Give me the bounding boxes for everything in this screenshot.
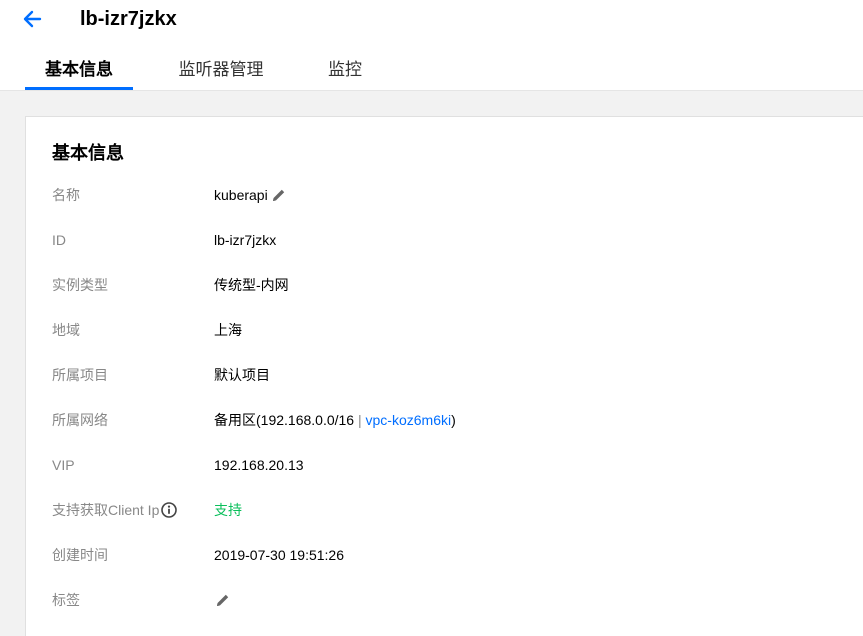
network-separator: | xyxy=(357,412,362,428)
region-value: 上海 xyxy=(214,322,242,338)
tags-value-wrap xyxy=(214,588,230,612)
row-created: 创建时间 2019-07-30 19:51:26 xyxy=(26,543,863,567)
network-label: 所属网络 xyxy=(52,412,108,428)
network-prefix: 备用区(192.168.0.0/16 xyxy=(214,412,358,428)
vip-label: VIP xyxy=(52,457,75,473)
name-value-wrap: kuberapi xyxy=(214,183,286,207)
row-project: 所属项目 默认项目 xyxy=(26,363,863,387)
created-label: 创建时间 xyxy=(52,547,108,563)
tab-listener-management[interactable]: 监听器管理 xyxy=(175,52,267,88)
info-circle-icon[interactable] xyxy=(161,501,178,518)
tab-basic-info[interactable]: 基本信息 xyxy=(25,52,133,90)
top-bar: lb-izr7jzkx 基本信息 监听器管理 监控 xyxy=(0,0,863,91)
row-tags: 标签 xyxy=(26,588,863,612)
region-label: 地域 xyxy=(52,322,80,338)
row-client-ip: 支持获取Client Ip 支持 xyxy=(26,498,863,522)
row-instance-type: 实例类型 传统型-内网 xyxy=(26,273,863,297)
id-label: ID xyxy=(52,232,66,248)
name-label: 名称 xyxy=(52,187,80,203)
network-value: 备用区(192.168.0.0/16 | vpc-koz6m6ki) xyxy=(214,408,456,432)
card-title: 基本信息 xyxy=(52,143,124,163)
id-value: lb-izr7jzkx xyxy=(214,232,277,248)
name-value: kuberapi xyxy=(214,187,268,203)
network-suffix: ) xyxy=(451,412,456,428)
tab-monitoring[interactable]: 监控 xyxy=(325,52,365,88)
client-ip-label: 支持获取Client Ip xyxy=(52,502,160,518)
client-ip-label-wrap: 支持获取Client Ip xyxy=(52,498,178,522)
row-id: ID lb-izr7jzkx xyxy=(26,228,863,252)
edit-tags-pencil-icon[interactable] xyxy=(216,590,230,606)
basic-info-card: 基本信息 名称 kuberapi ID lb-izr7jzkx 实例类型 传统型… xyxy=(25,116,863,636)
back-arrow-icon[interactable] xyxy=(20,6,46,32)
row-network: 所属网络 备用区(192.168.0.0/16 | vpc-koz6m6ki) xyxy=(26,408,863,432)
vpc-link[interactable]: vpc-koz6m6ki xyxy=(366,412,452,428)
page-title: lb-izr7jzkx xyxy=(80,8,177,30)
instance-type-value: 传统型-内网 xyxy=(214,277,289,293)
row-name: 名称 kuberapi xyxy=(26,183,863,207)
client-ip-status: 支持 xyxy=(214,502,242,518)
created-value: 2019-07-30 19:51:26 xyxy=(214,547,344,563)
row-region: 地域 上海 xyxy=(26,318,863,342)
row-vip: VIP 192.168.20.13 xyxy=(26,453,863,477)
instance-type-label: 实例类型 xyxy=(52,277,108,293)
tags-label: 标签 xyxy=(52,592,80,608)
project-label: 所属项目 xyxy=(52,367,108,383)
edit-name-pencil-icon[interactable] xyxy=(272,185,286,201)
project-value: 默认项目 xyxy=(214,367,270,383)
vip-value: 192.168.20.13 xyxy=(214,457,304,473)
